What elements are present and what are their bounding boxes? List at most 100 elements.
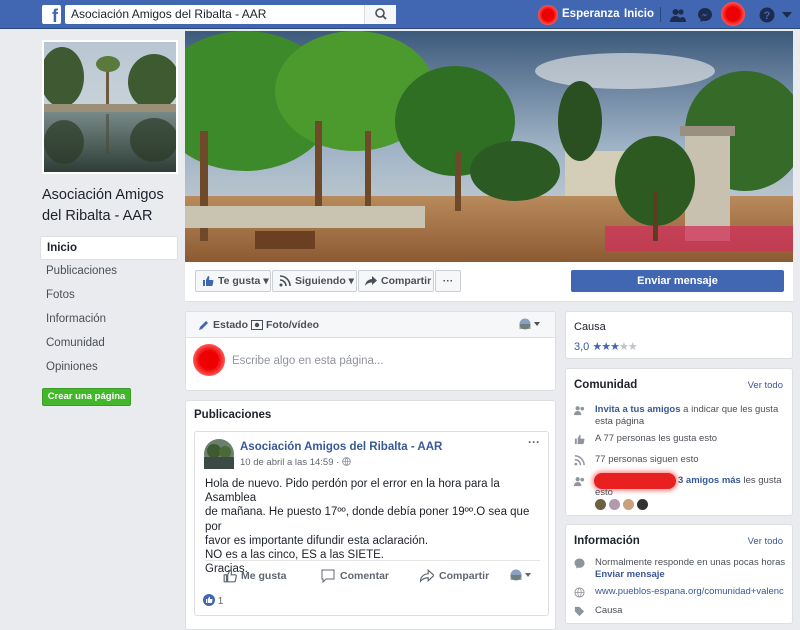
globe-small-icon bbox=[574, 587, 585, 598]
share-page-button[interactable]: Compartir bbox=[358, 270, 434, 292]
like-icon bbox=[223, 569, 237, 583]
post-line-3: favor es importante difundir esta aclara… bbox=[205, 534, 429, 547]
friends-small-icon bbox=[574, 477, 585, 487]
profile-link[interactable]: Esperanza bbox=[562, 0, 620, 29]
response-time-text: Normalmente responde en unas pocas horas… bbox=[595, 557, 795, 581]
likes-row: A 77 personas les gusta esto bbox=[574, 433, 789, 447]
rss-icon bbox=[279, 275, 291, 287]
invite-text: Invita a tus amigos a indicar que les gu… bbox=[595, 404, 790, 428]
park-cover-image bbox=[185, 31, 793, 262]
nav-item-opiniones[interactable]: Opiniones bbox=[40, 356, 178, 380]
composer-avatar bbox=[193, 344, 225, 376]
share-icon bbox=[420, 569, 434, 583]
star-filled-icon: ★ bbox=[601, 341, 611, 353]
notifications-badge[interactable] bbox=[721, 2, 745, 26]
audience-selector-icon[interactable] bbox=[519, 318, 541, 330]
friend-avatar[interactable] bbox=[595, 499, 606, 510]
information-see-all-link[interactable]: Ver todo bbox=[748, 536, 783, 547]
follows-count-text: 77 personas siguen esto bbox=[595, 454, 699, 465]
post-author[interactable]: Asociación Amigos del Ribalta - AAR bbox=[240, 441, 442, 453]
page-profile-picture[interactable] bbox=[42, 40, 178, 174]
thumbs-up-small-icon bbox=[574, 434, 585, 445]
invite-friends-link[interactable]: Invita a tus amigos bbox=[595, 404, 681, 415]
photo-icon bbox=[251, 320, 263, 330]
friend-requests-icon[interactable] bbox=[670, 7, 686, 23]
post-like-button[interactable]: Me gusta bbox=[241, 570, 287, 582]
post-audience-selector-icon[interactable] bbox=[510, 569, 532, 581]
following-button[interactable]: Siguiendo ▾ bbox=[272, 270, 357, 292]
nav-item-publicaciones[interactable]: Publicaciones bbox=[40, 260, 178, 284]
friends-icon bbox=[574, 406, 585, 416]
friends-rest-text-2: esto bbox=[595, 487, 613, 498]
posts-heading: Publicaciones bbox=[194, 409, 272, 421]
more-friends-link[interactable]: 3 amigos más bbox=[678, 475, 741, 486]
nav-item-comunidad[interactable]: Comunidad bbox=[40, 332, 178, 356]
like-page-label: Te gusta bbox=[218, 275, 261, 287]
post-options-button[interactable]: ··· bbox=[528, 435, 540, 449]
reactions-summary[interactable]: 1 bbox=[203, 594, 223, 607]
reactions-count: 1 bbox=[217, 596, 224, 607]
user-avatar[interactable] bbox=[538, 5, 558, 25]
composer-input[interactable]: Escribe algo en esta página... bbox=[232, 355, 384, 367]
page-action-bar: Te gusta ▾ Siguiendo ▾ Compartir ··· Env… bbox=[185, 262, 793, 302]
community-card: Comunidad Ver todo Invita a tus amigos a… bbox=[565, 368, 793, 516]
page-title[interactable]: Asociación Amigos del Ribalta - AAR bbox=[42, 185, 182, 227]
friends-rest-text: les gusta bbox=[740, 475, 782, 486]
rating-value: 3,0 bbox=[574, 341, 590, 353]
website-link[interactable]: www.pueblos-espana.org/comunidad+valenc bbox=[595, 586, 795, 598]
messenger-icon[interactable] bbox=[697, 7, 713, 23]
nav-item-fotos[interactable]: Fotos bbox=[40, 284, 178, 308]
post-comment-button[interactable]: Comentar bbox=[340, 570, 389, 582]
post-author-avatar[interactable] bbox=[204, 439, 234, 469]
post-date[interactable]: 10 de abril a las 14:59 · bbox=[240, 457, 342, 468]
invite-rest-text: a indicar que les gusta bbox=[680, 404, 779, 415]
like-page-button[interactable]: Te gusta ▾ bbox=[195, 270, 271, 292]
response-time-row: Normalmente responde en unas pocas horas… bbox=[574, 557, 794, 583]
post-line-1: Hola de nuevo. Pido perdón por el error … bbox=[205, 478, 500, 505]
share-page-label: Compartir bbox=[381, 275, 432, 287]
star-empty-icon: ★ bbox=[618, 341, 629, 353]
star-filled-icon: ★ bbox=[610, 341, 620, 353]
info-send-message-link[interactable]: Enviar mensaje bbox=[595, 569, 665, 580]
nav-item-informacion[interactable]: Información bbox=[40, 308, 178, 332]
rss-small-icon bbox=[574, 455, 585, 466]
help-icon[interactable]: ? bbox=[759, 7, 775, 23]
likes-count-text: A 77 personas les gusta esto bbox=[595, 433, 717, 444]
star-empty-icon: ★ bbox=[627, 341, 638, 353]
composer-card: Estado Foto/vídeo Escribe algo en esta p… bbox=[185, 311, 556, 391]
friend-avatar[interactable] bbox=[637, 499, 648, 510]
search-button[interactable] bbox=[364, 5, 396, 24]
nav-item-inicio[interactable]: Inicio bbox=[40, 236, 178, 260]
messenger-small-icon bbox=[574, 558, 585, 569]
response-text: Normalmente responde en unas pocas horas bbox=[595, 557, 786, 568]
more-options-button[interactable]: ··· bbox=[435, 270, 461, 292]
community-see-all-link[interactable]: Ver todo bbox=[748, 380, 783, 391]
facebook-logo-icon[interactable]: f bbox=[42, 5, 61, 24]
friend-avatar[interactable] bbox=[609, 499, 620, 510]
friend-avatar[interactable] bbox=[623, 499, 634, 510]
home-link[interactable]: Inicio bbox=[624, 0, 654, 29]
share-arrow-icon bbox=[365, 276, 377, 286]
post-share-button[interactable]: Compartir bbox=[439, 570, 489, 582]
send-message-button[interactable]: Enviar mensaje bbox=[571, 270, 784, 292]
pencil-icon bbox=[199, 321, 208, 330]
post-timestamp[interactable]: 10 de abril a las 14:59 · bbox=[240, 457, 351, 468]
rating[interactable]: 3,0 ★★★★★ bbox=[574, 340, 638, 353]
invite-friends-row: Invita a tus amigos a indicar que les gu… bbox=[574, 404, 789, 430]
rating-stars: ★★★★★ bbox=[592, 341, 638, 353]
create-page-button[interactable]: Crear una página bbox=[42, 388, 131, 406]
post: Asociación Amigos del Ribalta - AAR 10 d… bbox=[194, 431, 549, 616]
information-card: Información Ver todo Normalmente respond… bbox=[565, 524, 793, 624]
composer-tabs: Estado Foto/vídeo bbox=[186, 312, 555, 338]
tab-photo-video[interactable]: Foto/vídeo bbox=[266, 319, 319, 331]
cover-photo[interactable] bbox=[185, 31, 793, 262]
account-menu-icon[interactable] bbox=[782, 12, 792, 18]
cause-label: Causa bbox=[574, 321, 606, 333]
information-heading: Información bbox=[574, 535, 640, 547]
tab-status[interactable]: Estado bbox=[213, 319, 248, 331]
globe-icon bbox=[342, 457, 351, 466]
comment-icon bbox=[321, 569, 335, 583]
search-input[interactable]: Asociación Amigos del Ribalta - AAR bbox=[65, 5, 396, 24]
like-reaction-icon bbox=[203, 594, 215, 606]
category-text: Causa bbox=[595, 605, 623, 616]
